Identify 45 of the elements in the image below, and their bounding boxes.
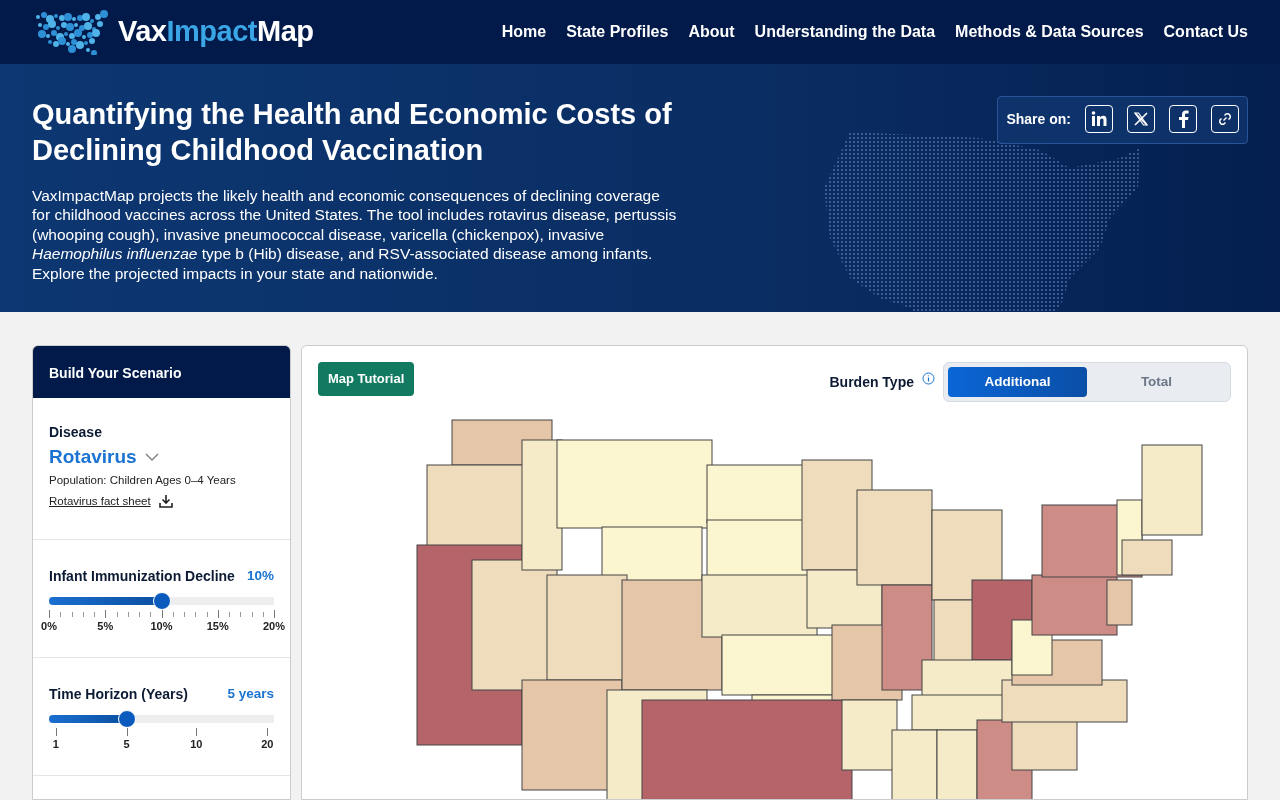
share-button[interactable] bbox=[1169, 105, 1197, 133]
toggle-option[interactable]: Total bbox=[1087, 367, 1226, 397]
hero-title: Quantifying the Health and Economic Costs of Declining Childhood Vaccination bbox=[32, 97, 673, 168]
tick-label: 5% bbox=[97, 619, 114, 634]
nav-link[interactable]: Contact Us bbox=[1163, 20, 1248, 44]
share-label: Share on: bbox=[1006, 109, 1071, 129]
slider-label: Infant Immunization Decline bbox=[49, 567, 235, 586]
chevron-down-icon bbox=[144, 453, 159, 462]
linkedin-icon bbox=[1090, 110, 1108, 128]
population-text: Population: Children Ages 0–4 Years bbox=[49, 472, 237, 488]
field-label: Disease bbox=[49, 423, 103, 442]
share-button[interactable] bbox=[1211, 105, 1239, 133]
nav-link[interactable]: About bbox=[688, 20, 735, 44]
nav-link[interactable]: Home bbox=[501, 20, 547, 44]
download-icon[interactable] bbox=[158, 494, 173, 509]
logo-text[interactable]: VaxImpactMap bbox=[118, 10, 314, 54]
tick-label: 15% bbox=[206, 619, 229, 634]
slider-value: 10% bbox=[246, 567, 274, 586]
tutorial-button[interactable]: Map Tutorial bbox=[318, 362, 415, 396]
fact-sheet-link[interactable]: Rotavirus fact sheet bbox=[49, 492, 151, 510]
share-button[interactable] bbox=[1127, 105, 1155, 133]
toggle-option[interactable]: Additional bbox=[948, 367, 1087, 397]
share-button[interactable] bbox=[1085, 105, 1113, 133]
tick-label: 20 bbox=[261, 737, 274, 752]
tick-label: 5 bbox=[123, 737, 130, 752]
slider-value: 5 years bbox=[227, 685, 274, 704]
burden-type-label: Burden Type bbox=[829, 372, 914, 392]
facebook-icon bbox=[1176, 110, 1190, 128]
info-icon[interactable] bbox=[922, 371, 935, 385]
tick-label: 10% bbox=[150, 619, 173, 634]
hero-description: VaxImpactMap projects the likely health and economic consequences of declining coverage for childhood vaccines across the United States. The tool includes rotavirus disease, pertussis (whooping cough), invasive pneumococcal disease, varicella (chickenpox), invasive Haemophilus influenzae type b (Hib) disease, and RSV-associated disease among infants. Explore the projected impacts in your state and nationwide. bbox=[32, 186, 678, 284]
tick-label: 1 bbox=[52, 737, 59, 752]
x-logo-icon bbox=[1133, 111, 1149, 127]
slider-label: Time Horizon (Years) bbox=[49, 685, 188, 704]
nav-link[interactable]: Methods & Data Sources bbox=[955, 20, 1144, 44]
panel-header: Build Your Scenario bbox=[33, 346, 290, 398]
tick-label: 20% bbox=[263, 619, 285, 634]
slider-thumb[interactable] bbox=[152, 592, 171, 610]
slider-thumb[interactable] bbox=[117, 710, 136, 728]
link-icon bbox=[1216, 110, 1234, 128]
tick-label: 10 bbox=[190, 737, 203, 752]
nav-link[interactable]: State Profiles bbox=[566, 20, 669, 44]
tick-label: 0% bbox=[41, 619, 57, 634]
disease-dropdown[interactable]: Rotavirus bbox=[49, 443, 137, 472]
nav-link[interactable]: Understanding the Data bbox=[754, 20, 936, 44]
